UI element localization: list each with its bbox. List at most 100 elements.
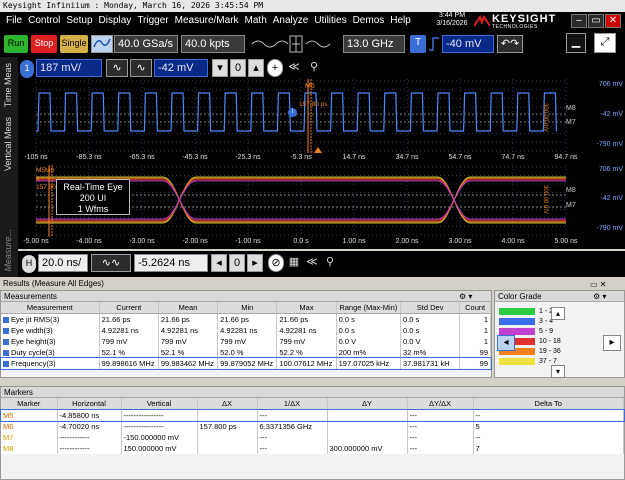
marker-row[interactable]: M6 -4.70020 ns ---------------- 157.800 … <box>1 421 624 432</box>
menu-analyze[interactable]: Analyze <box>270 12 312 29</box>
close-button[interactable]: ✕ <box>605 14 621 28</box>
marker-inv-dx: --- <box>257 432 328 443</box>
col-delta-y: ΔY <box>327 398 408 410</box>
col-count: Count <box>459 302 491 314</box>
table-row[interactable]: Eye width(3) 4.92281 ns 4.92281 ns 4.922… <box>1 325 491 336</box>
trigger-level-field[interactable]: -40 mV <box>442 35 494 53</box>
add-icon[interactable]: + <box>267 59 283 77</box>
menu-utilities[interactable]: Utilities <box>311 12 349 29</box>
upper-mid-label: -42 mV <box>600 111 623 118</box>
channel-offset-field[interactable]: -42 mV <box>154 59 208 77</box>
single-button[interactable]: Single <box>60 35 88 53</box>
timebase-delay-field[interactable]: -5.2624 ns <box>134 254 208 272</box>
upper-info-icon[interactable]: i <box>288 108 297 117</box>
menu-measure-mark[interactable]: Measure/Mark <box>172 12 242 29</box>
waveform-alt-icon[interactable]: ∿ <box>130 59 152 77</box>
marker-row[interactable]: M7 ------------ -150.000000 mV --- --- -… <box>1 432 624 443</box>
timebase-collapse-icon[interactable]: ≪ <box>304 254 320 272</box>
grid-icon[interactable]: ▦ <box>286 254 302 272</box>
waveform-icon[interactable]: ∿ <box>106 59 128 77</box>
memory-depth-field[interactable]: 40.0 kpts <box>181 35 245 53</box>
side-tab-bar: Time Meas Vertical Meas Measure... <box>0 57 18 277</box>
meas-current: 799 mV <box>99 336 159 347</box>
menu-trigger[interactable]: Trigger <box>134 12 171 29</box>
scroll-up-icon[interactable]: ▴ <box>551 307 565 320</box>
sample-rate-field[interactable]: 40.0 GSa/s <box>114 35 178 53</box>
offset-down-icon[interactable]: ▾ <box>212 59 228 77</box>
offset-up-icon[interactable]: ▴ <box>248 59 264 77</box>
eye-vertical-span: 300.00 mV <box>542 185 548 215</box>
delay-right-icon[interactable]: ▸ <box>247 254 263 272</box>
legend-swatch <box>499 357 535 365</box>
upper-tick: 74.7 ns <box>501 154 525 161</box>
meas-range: 0.0 s <box>336 325 401 336</box>
timebase-bar: H 20.0 ns/ ∿∿ -5.2624 ns ◂ 0 ▸ ⊘ ▦ ≪ ⚲ <box>18 251 625 277</box>
delay-zero-icon[interactable]: 0 <box>229 254 245 272</box>
meas-max: 799 mV <box>276 336 337 347</box>
channel-1-button[interactable]: 1 <box>20 60 34 78</box>
marker-name: M7 <box>1 432 58 443</box>
meas-std: 0.0 s <box>400 313 461 325</box>
zoom-waveform-icon[interactable]: ∿∿ <box>91 254 131 272</box>
stop-button[interactable]: Stop <box>31 35 57 53</box>
trigger-source-button[interactable]: T <box>410 35 426 53</box>
menu-demos[interactable]: Demos <box>350 12 388 29</box>
pin-icon[interactable]: ⚲ <box>306 59 322 77</box>
timebase-pin-icon[interactable]: ⚲ <box>322 254 338 272</box>
next-page-icon[interactable]: ▸ <box>603 335 621 351</box>
upper-waveform-grid[interactable]: 706 mV -42 mV -790 mV M5 157.80 ps M8 M7… <box>18 79 625 153</box>
upper-tick: 14.7 ns <box>342 154 366 161</box>
delay-left-icon[interactable]: ◂ <box>211 254 227 272</box>
clock-date: 3/16/2026 <box>436 20 468 27</box>
marker-row[interactable]: M8 ------------ 150.000000 mV --- 300.00… <box>1 443 624 454</box>
measurements-settings-icon[interactable]: ⚙ ▾ <box>459 292 472 301</box>
tab-time-meas[interactable]: Time Meas <box>3 63 13 107</box>
measurements-title: Measurements <box>1 291 491 302</box>
menu-file[interactable]: File <box>0 12 25 29</box>
results-pin-icon[interactable]: ▭ ✕ <box>590 280 620 289</box>
marker-dy: 300.000000 mV <box>327 443 408 454</box>
results-header: Results (Measure All Edges) <box>0 279 625 289</box>
offset-zero-icon[interactable]: 0 <box>230 59 246 77</box>
meas-std: 37.981731 kH <box>400 358 461 369</box>
meas-mean: 4.92281 ns <box>158 325 219 336</box>
horizontal-button[interactable]: H <box>22 255 36 273</box>
marker-dx: 157.800 ps <box>197 421 258 432</box>
collapse-icon[interactable]: ≪ <box>286 59 302 77</box>
menu-display[interactable]: Display <box>96 12 135 29</box>
upper-tick: -65.3 ns <box>129 154 155 161</box>
autoscale-icon[interactable] <box>91 35 113 53</box>
menu-control[interactable]: Control <box>25 12 63 29</box>
minimize-panel-icon[interactable]: ▁ <box>566 33 586 53</box>
color-grade-settings-icon[interactable]: ⚙ ▾ <box>593 292 606 301</box>
meas-max: 21.66 ps <box>276 313 337 325</box>
run-button[interactable]: Run <box>4 35 28 53</box>
scroll-down-icon[interactable]: ▾ <box>551 365 565 378</box>
menu-help[interactable]: Help <box>387 12 414 29</box>
markers-table: Marker Horizontal Vertical ΔX 1/ΔX ΔY ΔY… <box>0 398 625 454</box>
tab-measure[interactable]: Measure... <box>3 229 13 272</box>
eye-diagram-grid[interactable]: 706 mV -42 mV -790 mV Real-Time Eye 200 … <box>18 165 625 237</box>
table-row[interactable]: Eye jit RMS(3) 21.66 ps 21.66 ps 21.66 p… <box>1 313 491 325</box>
bandwidth-field[interactable]: 13.0 GHz <box>343 35 405 53</box>
expand-icon[interactable]: ⤢ <box>594 33 616 53</box>
upper-tick: -85.3 ns <box>76 154 102 161</box>
channel-scale-field[interactable]: 187 mV/ <box>36 59 102 77</box>
restore-button[interactable]: ▭ <box>588 14 604 28</box>
trigger-edge-icon[interactable] <box>428 36 440 52</box>
minimize-button[interactable]: – <box>571 14 587 28</box>
marker-dx <box>197 432 258 443</box>
menu-setup[interactable]: Setup <box>63 12 95 29</box>
eye-left-marker-top: M5M6 <box>36 167 55 174</box>
table-row-selected[interactable]: Frequency(3) 99.898616 MHz 99.983462 MHz… <box>0 357 492 370</box>
prev-page-icon[interactable]: ◂ <box>497 335 515 351</box>
timebase-scale-field[interactable]: 20.0 ns/ <box>38 254 88 272</box>
acquisition-mode-icon[interactable] <box>250 34 338 54</box>
table-row[interactable]: Eye height(3) 799 mV 799 mV 799 mV 799 m… <box>1 336 491 347</box>
undo-icon[interactable]: ↶↷ <box>497 35 523 53</box>
tab-vertical-meas[interactable]: Vertical Meas <box>3 117 13 171</box>
marker-row[interactable]: M5 -4.85800 ns ---------------- --- --- … <box>0 408 625 422</box>
zoom-icon[interactable]: ⊘ <box>268 254 284 272</box>
menu-math[interactable]: Math <box>242 12 270 29</box>
table-row[interactable]: Duty cycle(3) 52.1 % 52.1 % 52.0 % 52.2 … <box>1 347 491 358</box>
